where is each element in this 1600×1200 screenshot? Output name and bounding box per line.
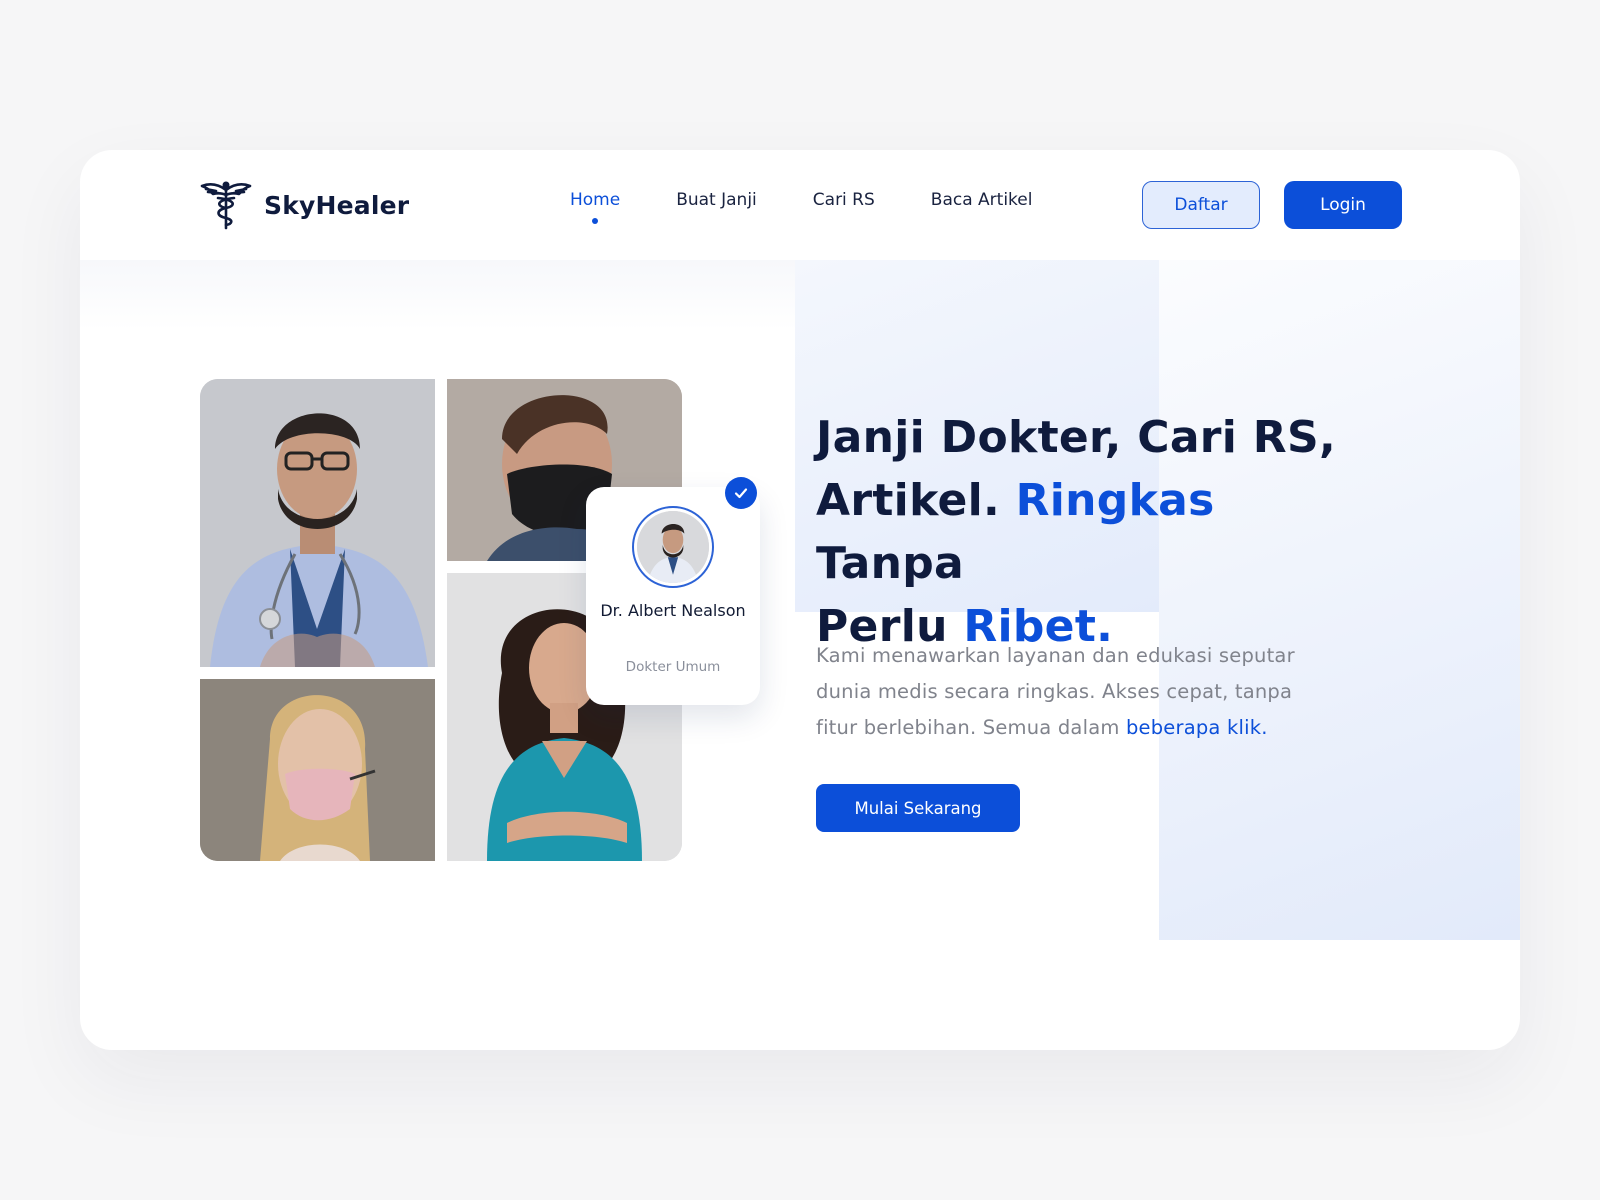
doctor-specialty: Dokter Umum [625,659,721,675]
nav-home[interactable]: Home [570,190,620,224]
brand-logo[interactable]: SkyHealer [200,180,409,230]
check-icon [725,477,757,509]
brand-name: SkyHealer [264,190,410,220]
nav-buat-janji[interactable]: Buat Janji [676,190,757,210]
hero-headline: Janji Dokter, Cari RS, Artikel. Ringkas … [816,412,1336,652]
caduceus-icon [200,181,252,230]
start-now-button[interactable]: Mulai Sekarang [816,784,1020,832]
avatar [632,506,714,588]
description-link[interactable]: beberapa klik. [1126,716,1268,739]
main-menu: Home Buat Janji Cari RS Baca Artikel [570,190,1088,224]
nav-baca-artikel[interactable]: Baca Artikel [931,190,1033,210]
patient-photo-masked-woman [200,679,435,861]
hero-description: Kami menawarkan layanan dan edukasi sepu… [816,644,1295,739]
doctor-photo-male [200,379,435,667]
login-button[interactable]: Login [1284,181,1402,229]
landing-card: SkyHealer Home Buat Janji Cari RS Baca A… [80,150,1520,1050]
top-navigation: SkyHealer Home Buat Janji Cari RS Baca A… [80,150,1520,260]
doctor-profile-card[interactable]: Dr. Albert Nealson Dokter Umum [586,487,760,705]
register-button[interactable]: Daftar [1142,181,1260,229]
doctor-name: Dr. Albert Nealson [600,601,746,620]
nav-cari-rs[interactable]: Cari RS [813,190,875,210]
